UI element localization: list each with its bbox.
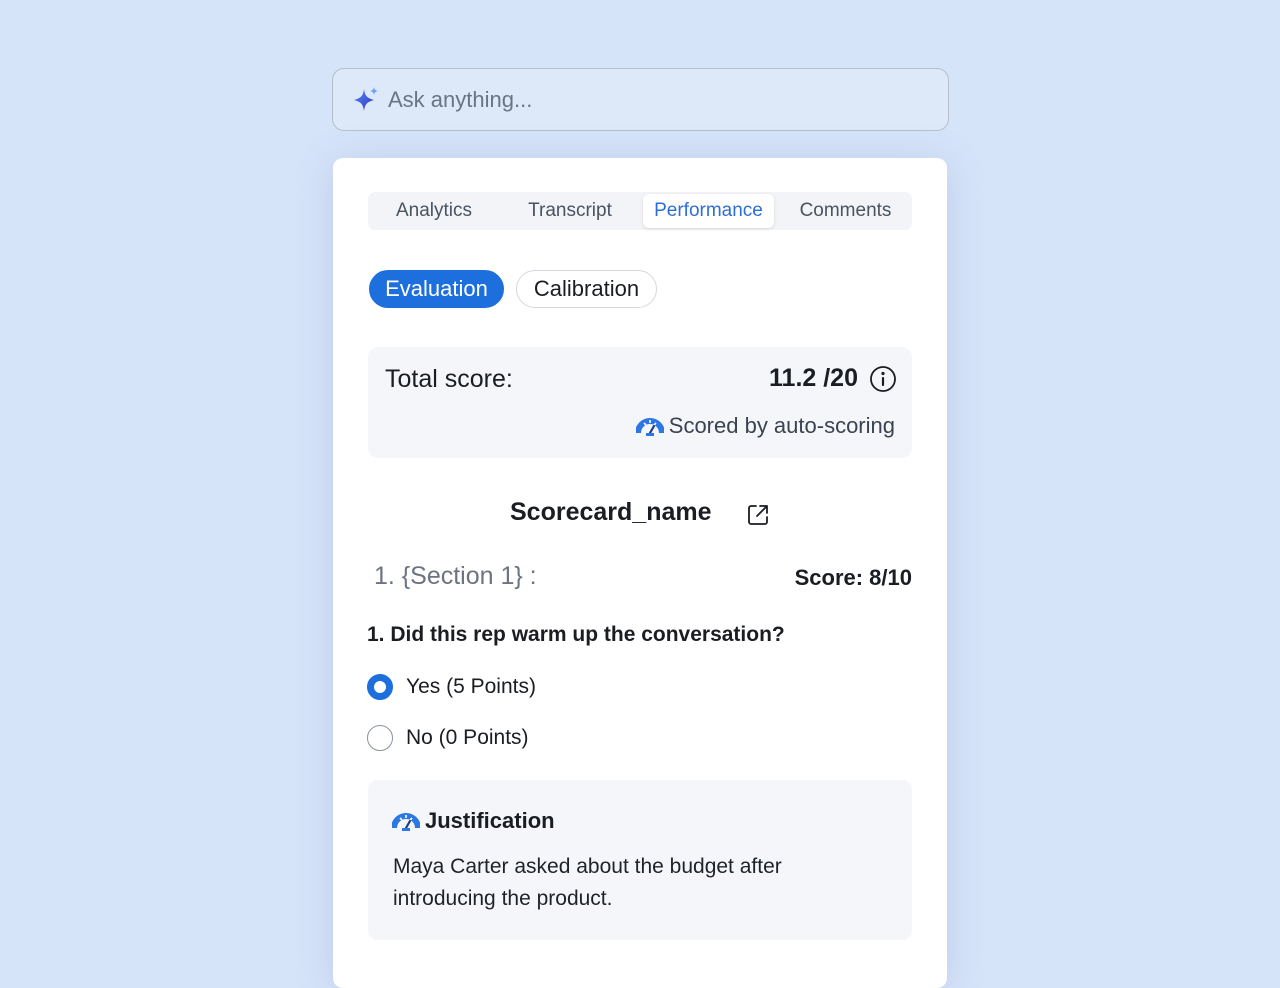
section-score: Score: 8/10 — [794, 565, 912, 590]
auto-scoring-indicator: Scored by auto-scoring — [635, 413, 895, 439]
justification-header: Justification — [392, 808, 555, 834]
section-title: 1. {Section 1} : — [374, 562, 537, 590]
performance-card: Analytics Transcript Performance Comment… — [333, 158, 947, 988]
auto-scoring-label: Scored by auto-scoring — [668, 413, 895, 438]
calibration-toggle-button[interactable]: Calibration — [516, 270, 657, 308]
tab-analytics[interactable]: Analytics — [370, 194, 498, 228]
external-link-icon[interactable] — [745, 502, 771, 528]
tab-performance[interactable]: Performance — [643, 194, 774, 228]
justification-text: Maya Carter asked about the budget after… — [393, 855, 782, 910]
search-input[interactable] — [388, 86, 908, 113]
question-text: 1. Did this rep warm up the conversation… — [367, 623, 785, 646]
total-score-value: 11.2 /20 — [769, 364, 858, 392]
tab-transcript[interactable]: Transcript — [505, 194, 635, 228]
ask-anything-search-bar[interactable] — [332, 68, 949, 131]
speedometer-icon — [392, 813, 420, 831]
total-score-panel: Total score: 11.2 /20 Scored by auto-sco… — [368, 347, 912, 458]
tab-bar: Analytics Transcript Performance Comment… — [368, 192, 912, 230]
info-icon[interactable] — [869, 365, 897, 393]
option-label: No (0 Points) — [406, 726, 529, 749]
answer-option-yes[interactable]: Yes (5 Points) — [367, 673, 536, 701]
radio-unchecked-icon[interactable] — [367, 725, 393, 751]
justification-title: Justification — [425, 808, 555, 833]
evaluation-toggle-button[interactable]: Evaluation — [369, 270, 504, 308]
scorecard-title: Scorecard_name — [510, 498, 712, 526]
option-label: Yes (5 Points) — [406, 675, 536, 698]
tab-comments[interactable]: Comments — [781, 194, 910, 228]
answer-option-no[interactable]: No (0 Points) — [367, 724, 529, 752]
justification-panel: Justification Maya Carter asked about th… — [368, 780, 912, 940]
speedometer-icon — [635, 418, 664, 436]
total-score-label: Total score: — [385, 365, 513, 393]
radio-checked-icon[interactable] — [367, 674, 393, 700]
sparkle-icon — [354, 86, 378, 111]
